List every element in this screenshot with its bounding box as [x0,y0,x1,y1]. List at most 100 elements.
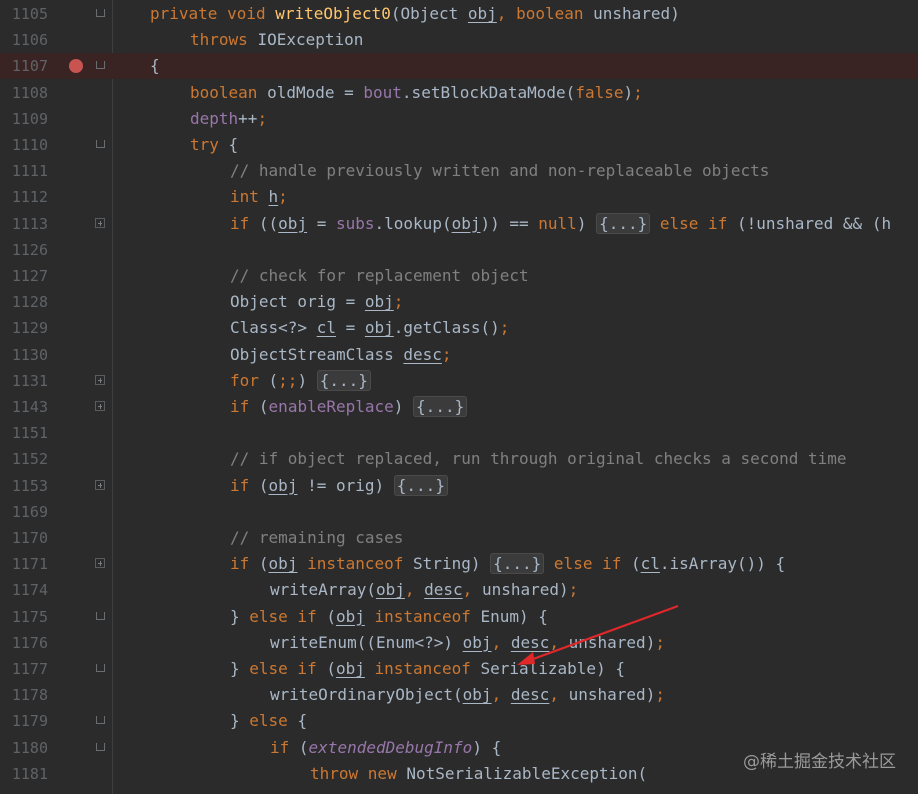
code-line[interactable]: 1127 // check for replacement object [0,263,918,289]
code-text[interactable]: // handle previously written and non-rep… [230,158,769,184]
line-number[interactable]: 1170 [0,525,48,551]
code-line[interactable]: 1113 if ((obj = subs.lookup(obj)) == null… [0,211,918,237]
line-number[interactable]: 1112 [0,184,48,210]
code-line[interactable]: 1126 [0,237,918,263]
code-text[interactable]: } else if (obj instanceof Enum) { [230,604,548,630]
code-line[interactable]: 1131 for (;;) {...} [0,368,918,394]
code-line[interactable]: 1129 Class<?> cl = obj.getClass(); [0,315,918,341]
code-line[interactable]: 1105 private void writeObject0(Object obj… [0,1,918,27]
line-number[interactable]: 1180 [0,735,48,761]
code-line[interactable]: 1130 ObjectStreamClass desc; [0,342,918,368]
line-number[interactable]: 1174 [0,577,48,603]
line-number[interactable]: 1106 [0,27,48,53]
code-text[interactable]: if (obj instanceof String) {...} else if… [230,551,785,577]
line-number[interactable]: 1109 [0,106,48,132]
folded-code-block[interactable]: {...} [490,553,545,575]
code-line[interactable]: 1153 if (obj != orig) {...} [0,473,918,499]
collapse-fold-icon[interactable] [95,742,105,752]
code-text[interactable]: boolean oldMode = bout.setBlockDataMode(… [190,80,643,106]
code-line[interactable]: 1106 throws IOException [0,27,918,53]
expand-fold-icon[interactable] [95,401,105,411]
code-text[interactable]: writeArray(obj, desc, unshared); [270,577,578,603]
line-number[interactable]: 1178 [0,682,48,708]
code-text[interactable]: // remaining cases [230,525,403,551]
line-number[interactable]: 1153 [0,473,48,499]
line-number[interactable]: 1143 [0,394,48,420]
code-line[interactable]: 1143 if (enableReplace) {...} [0,394,918,420]
code-text[interactable]: try { [190,132,238,158]
line-number[interactable]: 1126 [0,237,48,263]
code-line[interactable]: 1170 // remaining cases [0,525,918,551]
line-number[interactable]: 1128 [0,289,48,315]
collapse-fold-icon[interactable] [95,611,105,621]
code-text[interactable]: // check for replacement object [230,263,529,289]
code-line[interactable]: 1110 try { [0,132,918,158]
folded-code-block[interactable]: {...} [316,369,371,391]
line-number[interactable]: 1175 [0,604,48,630]
line-number[interactable]: 1105 [0,1,48,27]
line-number[interactable]: 1127 [0,263,48,289]
code-line[interactable]: 1151 [0,420,918,446]
line-number[interactable]: 1129 [0,315,48,341]
code-line[interactable]: 1109 depth++; [0,106,918,132]
code-text[interactable]: writeEnum((Enum<?>) obj, desc, unshared)… [270,630,665,656]
code-text[interactable]: writeOrdinaryObject(obj, desc, unshared)… [270,682,665,708]
line-number[interactable]: 1181 [0,761,48,787]
code-text[interactable]: if (obj != orig) {...} [230,473,448,499]
code-line[interactable]: 1177 } else if (obj instanceof Serializab… [0,656,918,682]
code-text[interactable]: for (;;) {...} [230,368,371,394]
line-number[interactable]: 1176 [0,630,48,656]
collapse-fold-icon[interactable] [95,139,105,149]
collapse-fold-icon[interactable] [95,8,105,18]
code-line[interactable]: 1111 // handle previously written and non… [0,158,918,184]
breakpoint-icon[interactable] [69,59,83,74]
code-line[interactable]: 1171 if (obj instanceof String) {...} els… [0,551,918,577]
expand-fold-icon[interactable] [95,374,105,385]
code-text[interactable]: throws IOException [190,27,363,53]
line-number[interactable]: 1111 [0,158,48,184]
code-line[interactable]: 1178 writeOrdinaryObject(obj, desc, unsha… [0,682,918,708]
folded-code-block[interactable]: {...} [596,212,651,234]
code-line[interactable]: 1107 { [0,53,918,80]
code-text[interactable]: int h; [230,184,288,210]
code-text[interactable]: Class<?> cl = obj.getClass(); [230,315,509,341]
code-text[interactable]: } else if (obj instanceof Serializable) … [230,656,625,682]
collapse-fold-icon[interactable] [95,715,105,725]
code-line[interactable]: 1169 [0,499,918,525]
folded-code-block[interactable]: {...} [393,474,448,496]
code-text[interactable]: if (extendedDebugInfo) { [270,735,501,761]
line-number[interactable]: 1151 [0,420,48,446]
code-text[interactable]: private void writeObject0(Object obj, bo… [150,1,680,27]
line-number[interactable]: 1130 [0,342,48,368]
code-text[interactable]: if ((obj = subs.lookup(obj)) == null) {.… [230,211,891,237]
code-line[interactable]: 1174 writeArray(obj, desc, unshared); [0,577,918,603]
collapse-fold-icon[interactable] [95,663,105,673]
code-text[interactable]: ObjectStreamClass desc; [230,342,452,368]
line-number[interactable]: 1177 [0,656,48,682]
code-text[interactable]: if (enableReplace) {...} [230,394,468,420]
line-number[interactable]: 1110 [0,132,48,158]
folded-code-block[interactable]: {...} [413,396,468,417]
line-number[interactable]: 1171 [0,551,48,577]
expand-fold-icon[interactable] [95,217,105,228]
expand-fold-icon[interactable] [95,479,105,490]
line-number[interactable]: 1108 [0,80,48,106]
code-line[interactable]: 1128 Object orig = obj; [0,289,918,315]
line-number[interactable]: 1152 [0,446,48,472]
expand-fold-icon[interactable] [95,558,105,569]
line-number[interactable]: 1107 [0,53,48,79]
code-line[interactable]: 1152 // if object replaced, run through o… [0,446,918,472]
code-line[interactable]: 1108 boolean oldMode = bout.setBlockDataM… [0,80,918,106]
code-text[interactable]: } else { [230,708,307,734]
code-line[interactable]: 1176 writeEnum((Enum<?>) obj, desc, unsha… [0,630,918,656]
code-line[interactable]: 1175 } else if (obj instanceof Enum) { [0,604,918,630]
code-text[interactable]: throw new NotSerializableException( [310,761,647,787]
line-number[interactable]: 1169 [0,499,48,525]
code-text[interactable]: depth++; [190,106,267,132]
line-number[interactable]: 1179 [0,708,48,734]
collapse-fold-icon[interactable] [95,60,105,70]
line-number[interactable]: 1131 [0,368,48,394]
code-editor[interactable]: 1105 private void writeObject0(Object obj… [0,0,918,794]
code-text[interactable]: // if object replaced, run through origi… [230,446,847,472]
code-text[interactable]: Object orig = obj; [230,289,403,315]
